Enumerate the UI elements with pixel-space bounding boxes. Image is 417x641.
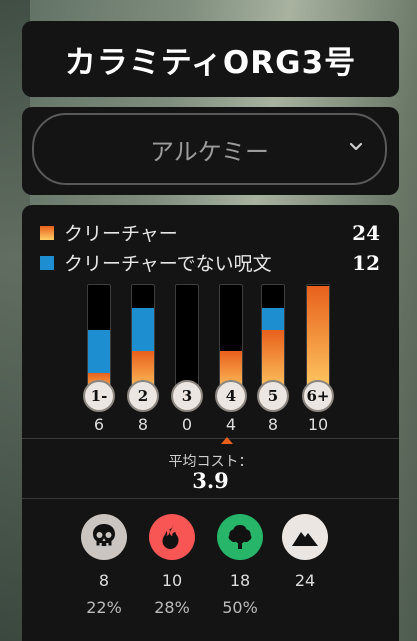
red-mana-fire-icon (149, 514, 195, 560)
cost-card-count: 8 (137, 415, 149, 434)
mana-cost-symbol: 1- (83, 380, 115, 412)
average-cost-value: 3.9 (192, 468, 229, 493)
mana-color-count: 10 (161, 571, 183, 590)
cost-card-count: 6 (93, 415, 105, 434)
divider (22, 438, 399, 439)
mana-cost-symbol: 3 (171, 380, 203, 412)
cost-card-count: 4 (225, 415, 237, 434)
mana-cost-symbol: 5 (257, 380, 289, 412)
mana-cost-symbol: 2 (127, 380, 159, 412)
bar-noncreature-segment (88, 329, 110, 374)
curve-bars (22, 284, 399, 396)
average-marker (221, 437, 233, 444)
colorless-land-icon (282, 514, 328, 560)
bar-noncreature-segment (262, 307, 284, 330)
legend-noncreature-swatch (40, 255, 54, 270)
legend-creature-label: クリーチャー (64, 223, 178, 245)
chevron-down-icon (349, 142, 363, 151)
black-mana-skull-icon (81, 514, 127, 560)
mana-color-percent: 28% (154, 598, 190, 617)
mana-cost-symbol: 6+ (302, 380, 334, 412)
green-mana-tree-icon (217, 514, 263, 560)
mana-color-count: 24 (294, 571, 316, 590)
cost-card-count: 8 (267, 415, 279, 434)
legend-noncreature-label: クリーチャーでない呪文 (64, 253, 272, 275)
mana-cost-symbol: 4 (215, 380, 247, 412)
bar-creature-segment (307, 286, 329, 395)
legend-noncreature-count: 12 (352, 250, 380, 275)
bar-noncreature-segment (132, 307, 154, 352)
cost-card-count: 10 (307, 415, 329, 434)
mana-color-percent: 50% (222, 598, 258, 617)
legend-noncreature: クリーチャーでない呪文 12 (40, 249, 380, 276)
format-dropdown[interactable]: アルケミー (32, 113, 387, 185)
legend-creature-swatch (40, 225, 54, 240)
divider (22, 498, 399, 499)
deck-title-box: カラミティORG3号 (22, 21, 399, 97)
format-selector-container: アルケミー (22, 107, 399, 195)
format-dropdown-value: アルケミー (149, 137, 270, 166)
mana-color-count: 8 (98, 571, 110, 590)
legend-creature-count: 24 (352, 220, 380, 245)
mana-curve-panel: クリーチャー 24 クリーチャーでない呪文 12 1- 6 2 8 3 0 4 4 5 8 6+ 10… (22, 205, 399, 641)
mana-color-count: 18 (229, 571, 251, 590)
cost-card-count: 0 (181, 415, 193, 434)
legend-creature: クリーチャー 24 (40, 219, 380, 246)
deck-name: カラミティORG3号 (64, 44, 357, 81)
mana-color-percent: 22% (86, 598, 122, 617)
